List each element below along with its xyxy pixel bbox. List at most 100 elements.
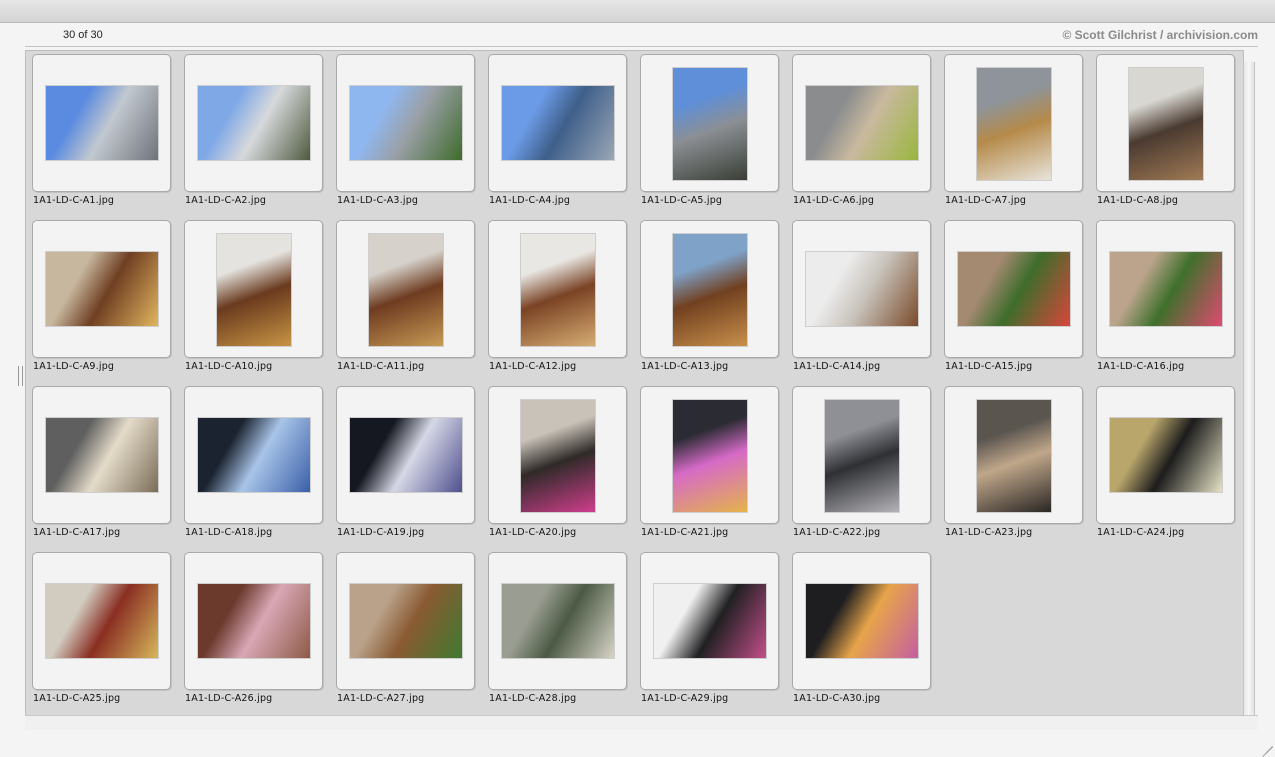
photo-thumbnail[interactable] bbox=[46, 252, 158, 326]
photo-thumbnail[interactable] bbox=[502, 86, 614, 160]
thumbnail-frame[interactable] bbox=[640, 54, 779, 192]
thumbnail-frame[interactable] bbox=[792, 220, 931, 358]
thumbnail-frame[interactable] bbox=[336, 552, 475, 690]
thumbnail-tile[interactable]: 1A1-LD-C-A29.jpg bbox=[640, 552, 780, 712]
photo-thumbnail[interactable] bbox=[217, 234, 291, 346]
thumbnail-frame[interactable] bbox=[1096, 386, 1235, 524]
thumbnail-tile[interactable]: 1A1-LD-C-A10.jpg bbox=[184, 220, 324, 380]
photo-thumbnail[interactable] bbox=[673, 234, 747, 346]
file-name-label: 1A1-LD-C-A26.jpg bbox=[185, 693, 273, 704]
photo-thumbnail[interactable] bbox=[977, 400, 1051, 512]
thumbnail-frame[interactable] bbox=[1096, 220, 1235, 358]
thumbnail-tile[interactable]: 1A1-LD-C-A1.jpg bbox=[32, 54, 172, 214]
thumbnail-tile[interactable]: 1A1-LD-C-A11.jpg bbox=[336, 220, 476, 380]
thumbnail-tile[interactable]: 1A1-LD-C-A24.jpg bbox=[1096, 386, 1236, 546]
thumbnail-tile[interactable]: 1A1-LD-C-A21.jpg bbox=[640, 386, 780, 546]
splitter-handle[interactable] bbox=[18, 366, 23, 386]
window-toolbar bbox=[0, 0, 1275, 23]
photo-thumbnail[interactable] bbox=[46, 584, 158, 658]
thumbnail-frame[interactable] bbox=[944, 220, 1083, 358]
thumbnail-tile[interactable]: 1A1-LD-C-A7.jpg bbox=[944, 54, 1084, 214]
thumbnail-frame[interactable] bbox=[488, 54, 627, 192]
photo-thumbnail[interactable] bbox=[806, 252, 918, 326]
photo-thumbnail[interactable] bbox=[673, 68, 747, 180]
thumbnail-tile[interactable]: 1A1-LD-C-A14.jpg bbox=[792, 220, 932, 380]
thumbnail-tile[interactable]: 1A1-LD-C-A26.jpg bbox=[184, 552, 324, 712]
photo-thumbnail[interactable] bbox=[350, 418, 462, 492]
thumbnail-tile[interactable]: 1A1-LD-C-A4.jpg bbox=[488, 54, 628, 214]
thumbnail-tile[interactable]: 1A1-LD-C-A20.jpg bbox=[488, 386, 628, 546]
photo-thumbnail[interactable] bbox=[521, 400, 595, 512]
thumbnail-frame[interactable] bbox=[336, 386, 475, 524]
photo-thumbnail[interactable] bbox=[654, 584, 766, 658]
thumbnail-tile[interactable]: 1A1-LD-C-A15.jpg bbox=[944, 220, 1084, 380]
photo-thumbnail[interactable] bbox=[1110, 252, 1222, 326]
photo-thumbnail[interactable] bbox=[198, 418, 310, 492]
photo-thumbnail[interactable] bbox=[977, 68, 1051, 180]
photo-thumbnail[interactable] bbox=[1110, 418, 1222, 492]
vertical-scrollbar[interactable] bbox=[1243, 62, 1255, 718]
thumbnail-tile[interactable]: 1A1-LD-C-A19.jpg bbox=[336, 386, 476, 546]
thumbnail-tile[interactable]: 1A1-LD-C-A28.jpg bbox=[488, 552, 628, 712]
thumbnail-tile[interactable]: 1A1-LD-C-A23.jpg bbox=[944, 386, 1084, 546]
thumbnail-frame[interactable] bbox=[488, 220, 627, 358]
photo-thumbnail[interactable] bbox=[521, 234, 595, 346]
file-name-label: 1A1-LD-C-A8.jpg bbox=[1097, 195, 1179, 206]
thumbnail-tile[interactable]: 1A1-LD-C-A22.jpg bbox=[792, 386, 932, 546]
thumbnail-frame[interactable] bbox=[32, 54, 171, 192]
photo-thumbnail[interactable] bbox=[1129, 68, 1203, 180]
thumbnail-frame[interactable] bbox=[792, 552, 931, 690]
thumbnail-frame[interactable] bbox=[640, 552, 779, 690]
thumbnail-frame[interactable] bbox=[792, 386, 931, 524]
photo-thumbnail[interactable] bbox=[46, 418, 158, 492]
thumbnail-tile[interactable]: 1A1-LD-C-A5.jpg bbox=[640, 54, 780, 214]
thumbnail-frame[interactable] bbox=[184, 386, 323, 524]
thumbnail-tile[interactable]: 1A1-LD-C-A12.jpg bbox=[488, 220, 628, 380]
thumbnail-tile[interactable]: 1A1-LD-C-A25.jpg bbox=[32, 552, 172, 712]
thumbnail-tile[interactable]: 1A1-LD-C-A6.jpg bbox=[792, 54, 932, 214]
photo-thumbnail[interactable] bbox=[806, 86, 918, 160]
file-name-label: 1A1-LD-C-A15.jpg bbox=[945, 361, 1033, 372]
photo-thumbnail[interactable] bbox=[198, 584, 310, 658]
thumbnail-tile[interactable]: 1A1-LD-C-A30.jpg bbox=[792, 552, 932, 712]
photo-thumbnail[interactable] bbox=[46, 86, 158, 160]
photo-thumbnail[interactable] bbox=[350, 584, 462, 658]
thumbnail-tile[interactable]: 1A1-LD-C-A16.jpg bbox=[1096, 220, 1236, 380]
thumbnail-frame[interactable] bbox=[1096, 54, 1235, 192]
thumbnail-frame[interactable] bbox=[336, 220, 475, 358]
thumbnail-tile[interactable]: 1A1-LD-C-A8.jpg bbox=[1096, 54, 1236, 214]
thumbnail-frame[interactable] bbox=[792, 54, 931, 192]
thumbnail-tile[interactable]: 1A1-LD-C-A18.jpg bbox=[184, 386, 324, 546]
photo-thumbnail[interactable] bbox=[502, 584, 614, 658]
photo-thumbnail[interactable] bbox=[825, 400, 899, 512]
thumbnail-frame[interactable] bbox=[184, 552, 323, 690]
photo-thumbnail[interactable] bbox=[806, 584, 918, 658]
thumbnail-frame[interactable] bbox=[32, 386, 171, 524]
photo-thumbnail[interactable] bbox=[673, 400, 747, 512]
photo-thumbnail[interactable] bbox=[350, 86, 462, 160]
file-name-label: 1A1-LD-C-A1.jpg bbox=[33, 195, 115, 206]
resize-grip-icon[interactable] bbox=[1261, 735, 1273, 757]
thumbnail-frame[interactable] bbox=[640, 386, 779, 524]
thumbnail-frame[interactable] bbox=[488, 386, 627, 524]
thumbnail-frame[interactable] bbox=[336, 54, 475, 192]
file-name-label: 1A1-LD-C-A24.jpg bbox=[1097, 527, 1185, 538]
thumbnail-tile[interactable]: 1A1-LD-C-A3.jpg bbox=[336, 54, 476, 214]
thumbnail-frame[interactable] bbox=[488, 552, 627, 690]
thumbnail-frame[interactable] bbox=[184, 54, 323, 192]
photo-thumbnail[interactable] bbox=[198, 86, 310, 160]
thumbnail-tile[interactable]: 1A1-LD-C-A17.jpg bbox=[32, 386, 172, 546]
thumbnail-tile[interactable]: 1A1-LD-C-A2.jpg bbox=[184, 54, 324, 214]
thumbnail-frame[interactable] bbox=[944, 54, 1083, 192]
file-name-label: 1A1-LD-C-A29.jpg bbox=[641, 693, 729, 704]
thumbnail-tile[interactable]: 1A1-LD-C-A13.jpg bbox=[640, 220, 780, 380]
thumbnail-frame[interactable] bbox=[184, 220, 323, 358]
thumbnail-frame[interactable] bbox=[640, 220, 779, 358]
thumbnail-frame[interactable] bbox=[32, 552, 171, 690]
thumbnail-tile[interactable]: 1A1-LD-C-A27.jpg bbox=[336, 552, 476, 712]
photo-thumbnail[interactable] bbox=[369, 234, 443, 346]
thumbnail-frame[interactable] bbox=[944, 386, 1083, 524]
thumbnail-frame[interactable] bbox=[32, 220, 171, 358]
photo-thumbnail[interactable] bbox=[958, 252, 1070, 326]
thumbnail-tile[interactable]: 1A1-LD-C-A9.jpg bbox=[32, 220, 172, 380]
